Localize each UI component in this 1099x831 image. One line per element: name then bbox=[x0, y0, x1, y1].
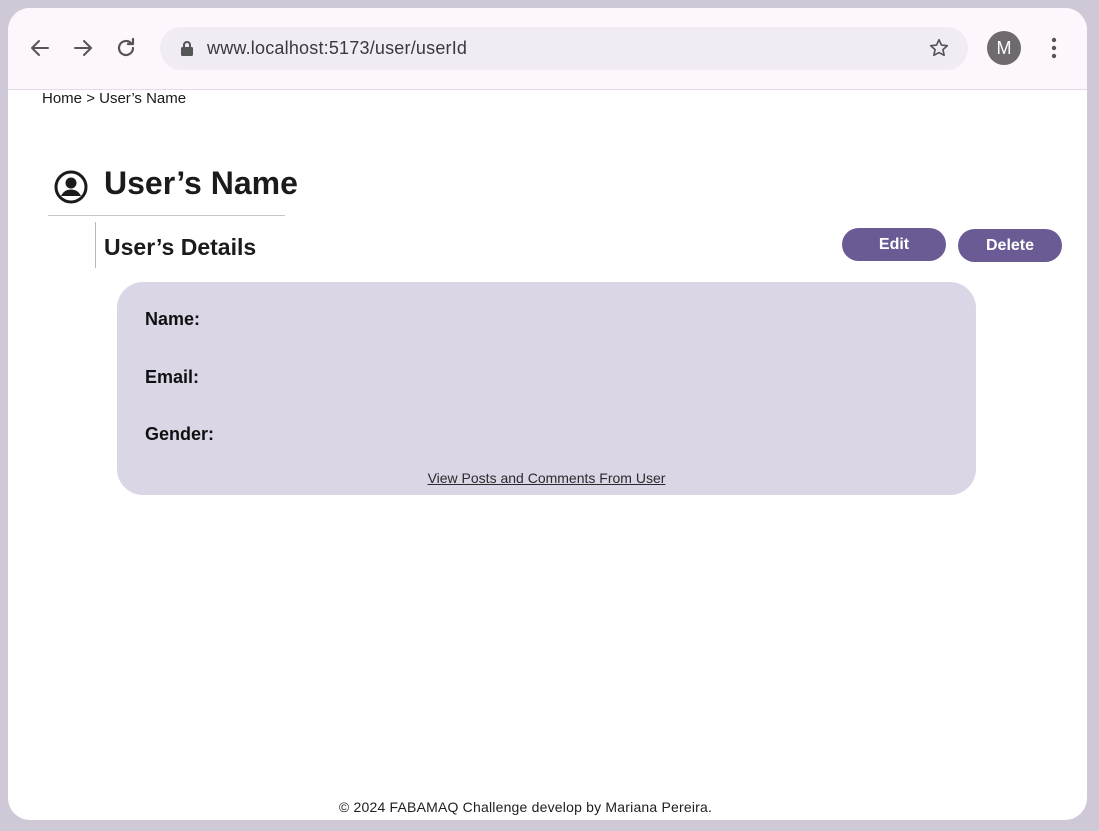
name-field: Name: bbox=[145, 309, 206, 330]
kebab-menu-icon[interactable] bbox=[1043, 36, 1065, 60]
page-header: User’s Name bbox=[48, 164, 298, 216]
back-button[interactable] bbox=[26, 34, 54, 62]
reload-button[interactable] bbox=[112, 34, 140, 62]
footer-text: © 2024 FABAMAQ Challenge develop by Mari… bbox=[338, 799, 713, 815]
address-bar[interactable]: www.localhost:5173/user/userId bbox=[160, 27, 968, 70]
arrow-right-icon bbox=[74, 40, 92, 56]
reload-icon bbox=[117, 37, 135, 57]
email-field: Email: bbox=[145, 367, 205, 388]
user-details-card: Name: Email: Gender: View Posts and Comm… bbox=[117, 282, 976, 495]
gender-field: Gender: bbox=[145, 424, 220, 445]
name-label: Name: bbox=[145, 309, 201, 329]
edit-button[interactable]: Edit bbox=[842, 228, 946, 261]
arrow-left-icon bbox=[31, 40, 49, 56]
forward-button[interactable] bbox=[69, 34, 97, 62]
section-divider bbox=[95, 222, 96, 268]
view-posts-link[interactable]: View Posts and Comments From User bbox=[117, 470, 976, 486]
star-icon[interactable] bbox=[928, 37, 950, 59]
browser-window: www.localhost:5173/user/userId M Home > … bbox=[8, 8, 1087, 820]
delete-button[interactable]: Delete bbox=[958, 229, 1062, 262]
url-text: www.localhost:5173/user/userId bbox=[207, 38, 468, 58]
breadcrumb-separator: > bbox=[86, 90, 95, 107]
page-title: User’s Name bbox=[104, 165, 298, 201]
email-label: Email: bbox=[145, 367, 200, 387]
gender-label: Gender: bbox=[145, 424, 215, 444]
section-title: User’s Details bbox=[104, 234, 257, 260]
breadcrumb-home-link[interactable]: Home bbox=[42, 90, 82, 107]
browser-toolbar: www.localhost:5173/user/userId M bbox=[8, 8, 1087, 90]
user-circle-icon bbox=[54, 170, 88, 204]
profile-avatar[interactable]: M bbox=[987, 31, 1021, 65]
lock-icon bbox=[181, 41, 193, 56]
breadcrumb: Home > User’s Name bbox=[42, 90, 186, 107]
breadcrumb-current: User’s Name bbox=[99, 90, 187, 107]
